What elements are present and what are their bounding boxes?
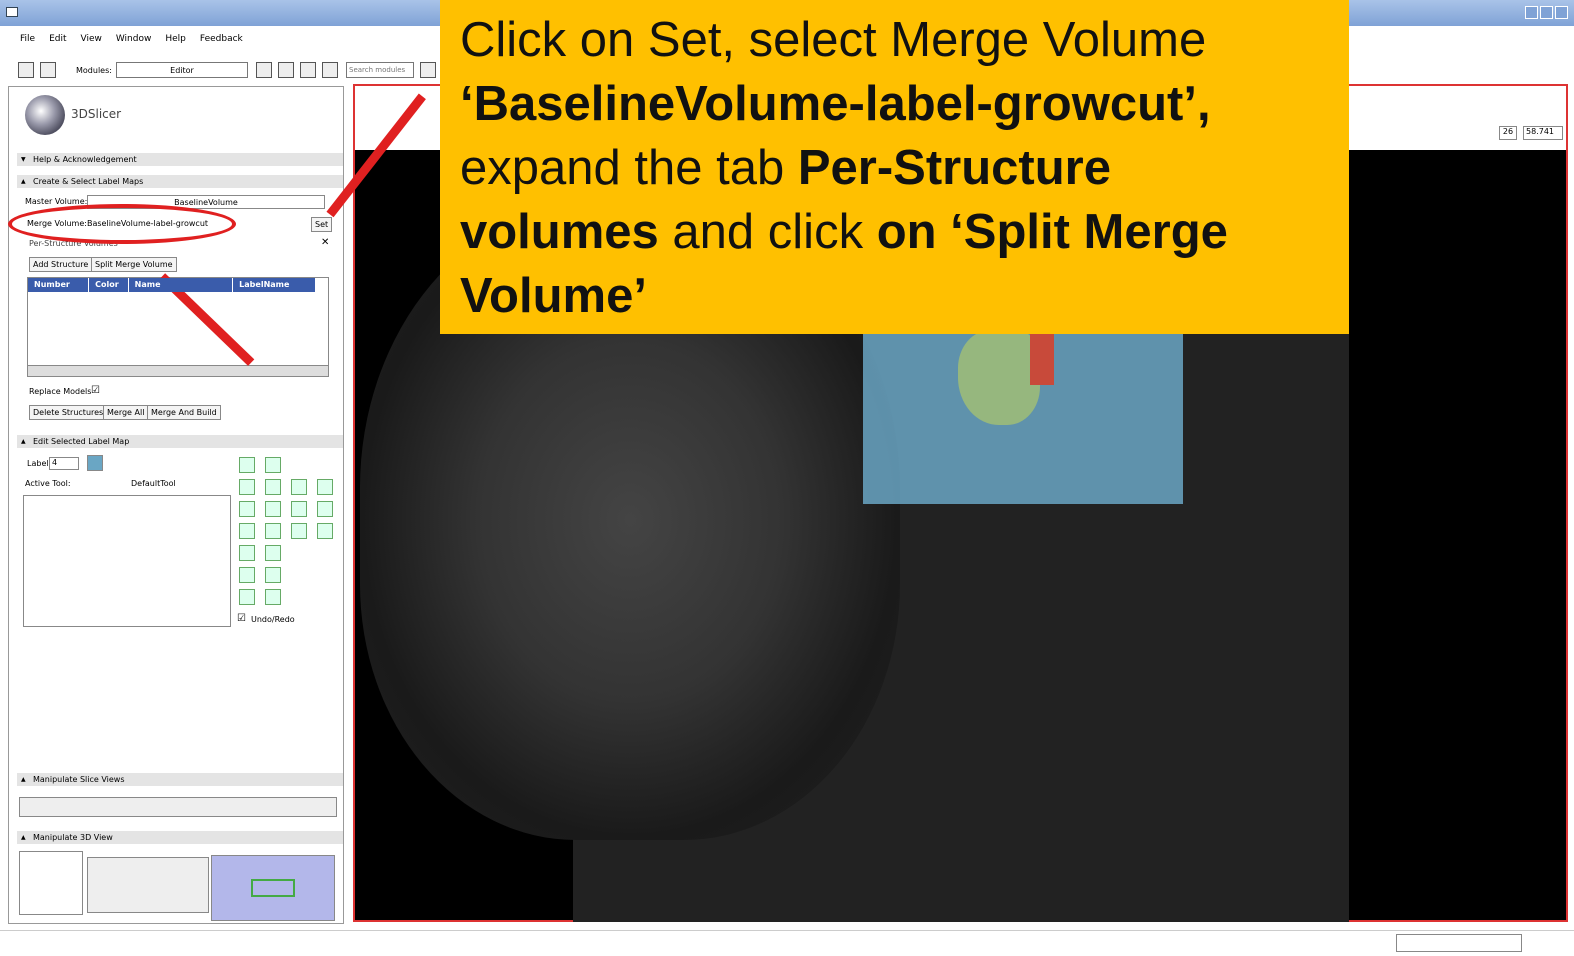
- label-color-swatch[interactable]: [87, 455, 103, 471]
- system-menu-icon[interactable]: [6, 7, 18, 17]
- replace-models-label: Replace Models: [29, 387, 92, 396]
- callout-line2: ‘BaselineVolume-label-growcut’,: [460, 77, 1211, 131]
- pointer-tool-icon[interactable]: [239, 457, 255, 473]
- close-icon[interactable]: ✕: [321, 237, 329, 248]
- settings-icon[interactable]: [322, 62, 338, 78]
- column-header-labelname[interactable]: LabelName: [233, 278, 316, 292]
- image-threshold-icon[interactable]: [291, 479, 307, 495]
- modules-label: Modules:: [76, 66, 112, 75]
- tool-options-area: [23, 495, 231, 627]
- segmented-region-green: [958, 330, 1040, 425]
- column-header-name[interactable]: Name: [129, 278, 234, 292]
- column-header-color[interactable]: Color: [89, 278, 129, 292]
- segmented-region-red: [1030, 330, 1054, 385]
- section-create-label-maps[interactable]: Create & Select Label Maps: [17, 175, 343, 188]
- window-controls: [1525, 6, 1568, 19]
- maximize-icon[interactable]: [1540, 6, 1553, 19]
- highlight-ellipse: [8, 204, 236, 244]
- 3d-orientation-widget[interactable]: [19, 851, 83, 915]
- section-slice-views[interactable]: Manipulate Slice Views: [17, 773, 343, 786]
- menu-feedback[interactable]: Feedback: [200, 34, 243, 44]
- label-value-input[interactable]: 4: [49, 457, 79, 470]
- model-maker-icon[interactable]: [239, 545, 255, 561]
- island-icon[interactable]: [291, 501, 307, 517]
- callout-line4c: on ‘Split Merge: [876, 205, 1228, 259]
- erode-icon[interactable]: [239, 501, 255, 517]
- callout-line4b: and click: [658, 205, 877, 259]
- slicer-logo-icon: [25, 95, 65, 135]
- identify-islands-icon[interactable]: [239, 523, 255, 539]
- accept-icon[interactable]: [239, 589, 255, 605]
- slice-views-toolbar[interactable]: [19, 797, 337, 817]
- callout-line3b: Per-Structure: [797, 141, 1111, 195]
- set-button[interactable]: Set: [311, 217, 333, 232]
- add-structure-button[interactable]: Add Structure: [29, 257, 93, 272]
- undo-icon[interactable]: [239, 567, 255, 583]
- app-logo-text: 3DSlicer: [71, 107, 122, 121]
- callout-line5: Volume’: [460, 269, 647, 323]
- fast-marching-icon[interactable]: [291, 523, 307, 539]
- section-edit-label-map[interactable]: Edit Selected Label Map: [17, 435, 343, 448]
- table-scrollbar[interactable]: [27, 365, 329, 377]
- column-header-number[interactable]: Number: [28, 278, 90, 292]
- accept-all-icon[interactable]: [265, 589, 281, 605]
- callout-line4a: volumes: [460, 205, 659, 259]
- active-tool-value: DefaultTool: [131, 479, 176, 488]
- module-selector[interactable]: Editor: [116, 62, 248, 78]
- menu-help[interactable]: Help: [165, 34, 186, 44]
- level-tracing-icon[interactable]: [265, 479, 281, 495]
- search-modules-input[interactable]: Search modules: [346, 62, 414, 78]
- dilate-icon[interactable]: [265, 501, 281, 517]
- undo-redo-label: Undo/Redo: [251, 615, 295, 624]
- change-label-icon[interactable]: [317, 479, 333, 495]
- replace-models-checkbox[interactable]: ☑: [91, 385, 100, 396]
- structures-table-header: Number Color Name LabelName: [28, 278, 316, 292]
- home-icon[interactable]: [18, 62, 34, 78]
- merge-and-build-button[interactable]: Merge And Build: [147, 405, 221, 420]
- instruction-callout: Click on Set, select Merge Volume ‘Basel…: [440, 0, 1349, 334]
- 3d-view-frame: [251, 879, 295, 897]
- paint-tool-icon[interactable]: [265, 457, 281, 473]
- redo-icon[interactable]: [265, 567, 281, 583]
- grow-cut-icon[interactable]: [317, 523, 333, 539]
- remove-island-icon[interactable]: [317, 501, 333, 517]
- status-box: [1396, 934, 1522, 952]
- section-help[interactable]: Help & Acknowledgement: [17, 153, 343, 166]
- undo-redo-checkbox[interactable]: ☑: [237, 613, 246, 624]
- load-icon[interactable]: [40, 62, 56, 78]
- prev-module-icon[interactable]: [256, 62, 272, 78]
- menu-view[interactable]: View: [81, 34, 102, 44]
- menu-file[interactable]: File: [20, 34, 35, 44]
- next-module-icon[interactable]: [278, 62, 294, 78]
- draw-tool-icon[interactable]: [239, 479, 255, 495]
- module-history-icon[interactable]: [300, 62, 316, 78]
- search-icon[interactable]: [420, 62, 436, 78]
- label-field-label: Label: [27, 459, 49, 468]
- status-bar: [0, 930, 1574, 956]
- menu-edit[interactable]: Edit: [49, 34, 66, 44]
- module-toolbar: Modules: Editor Search modules: [0, 58, 450, 84]
- save-island-icon[interactable]: [265, 523, 281, 539]
- active-tool-label: Active Tool:: [25, 479, 71, 488]
- callout-line1: Click on Set, select Merge Volume: [460, 13, 1207, 67]
- 3d-view-controls[interactable]: [87, 857, 209, 913]
- section-3d-view[interactable]: Manipulate 3D View: [17, 831, 343, 844]
- callout-line3a: expand the tab: [460, 141, 798, 195]
- slice-position[interactable]: 58.741: [1523, 126, 1563, 140]
- wand-icon[interactable]: [265, 545, 281, 561]
- split-merge-volume-button[interactable]: Split Merge Volume: [91, 257, 177, 272]
- minimize-icon[interactable]: [1525, 6, 1538, 19]
- menu-window[interactable]: Window: [116, 34, 152, 44]
- close-icon[interactable]: [1555, 6, 1568, 19]
- slice-number[interactable]: 26: [1499, 126, 1517, 140]
- merge-all-button[interactable]: Merge All: [103, 405, 149, 420]
- delete-structures-button[interactable]: Delete Structures: [29, 405, 108, 420]
